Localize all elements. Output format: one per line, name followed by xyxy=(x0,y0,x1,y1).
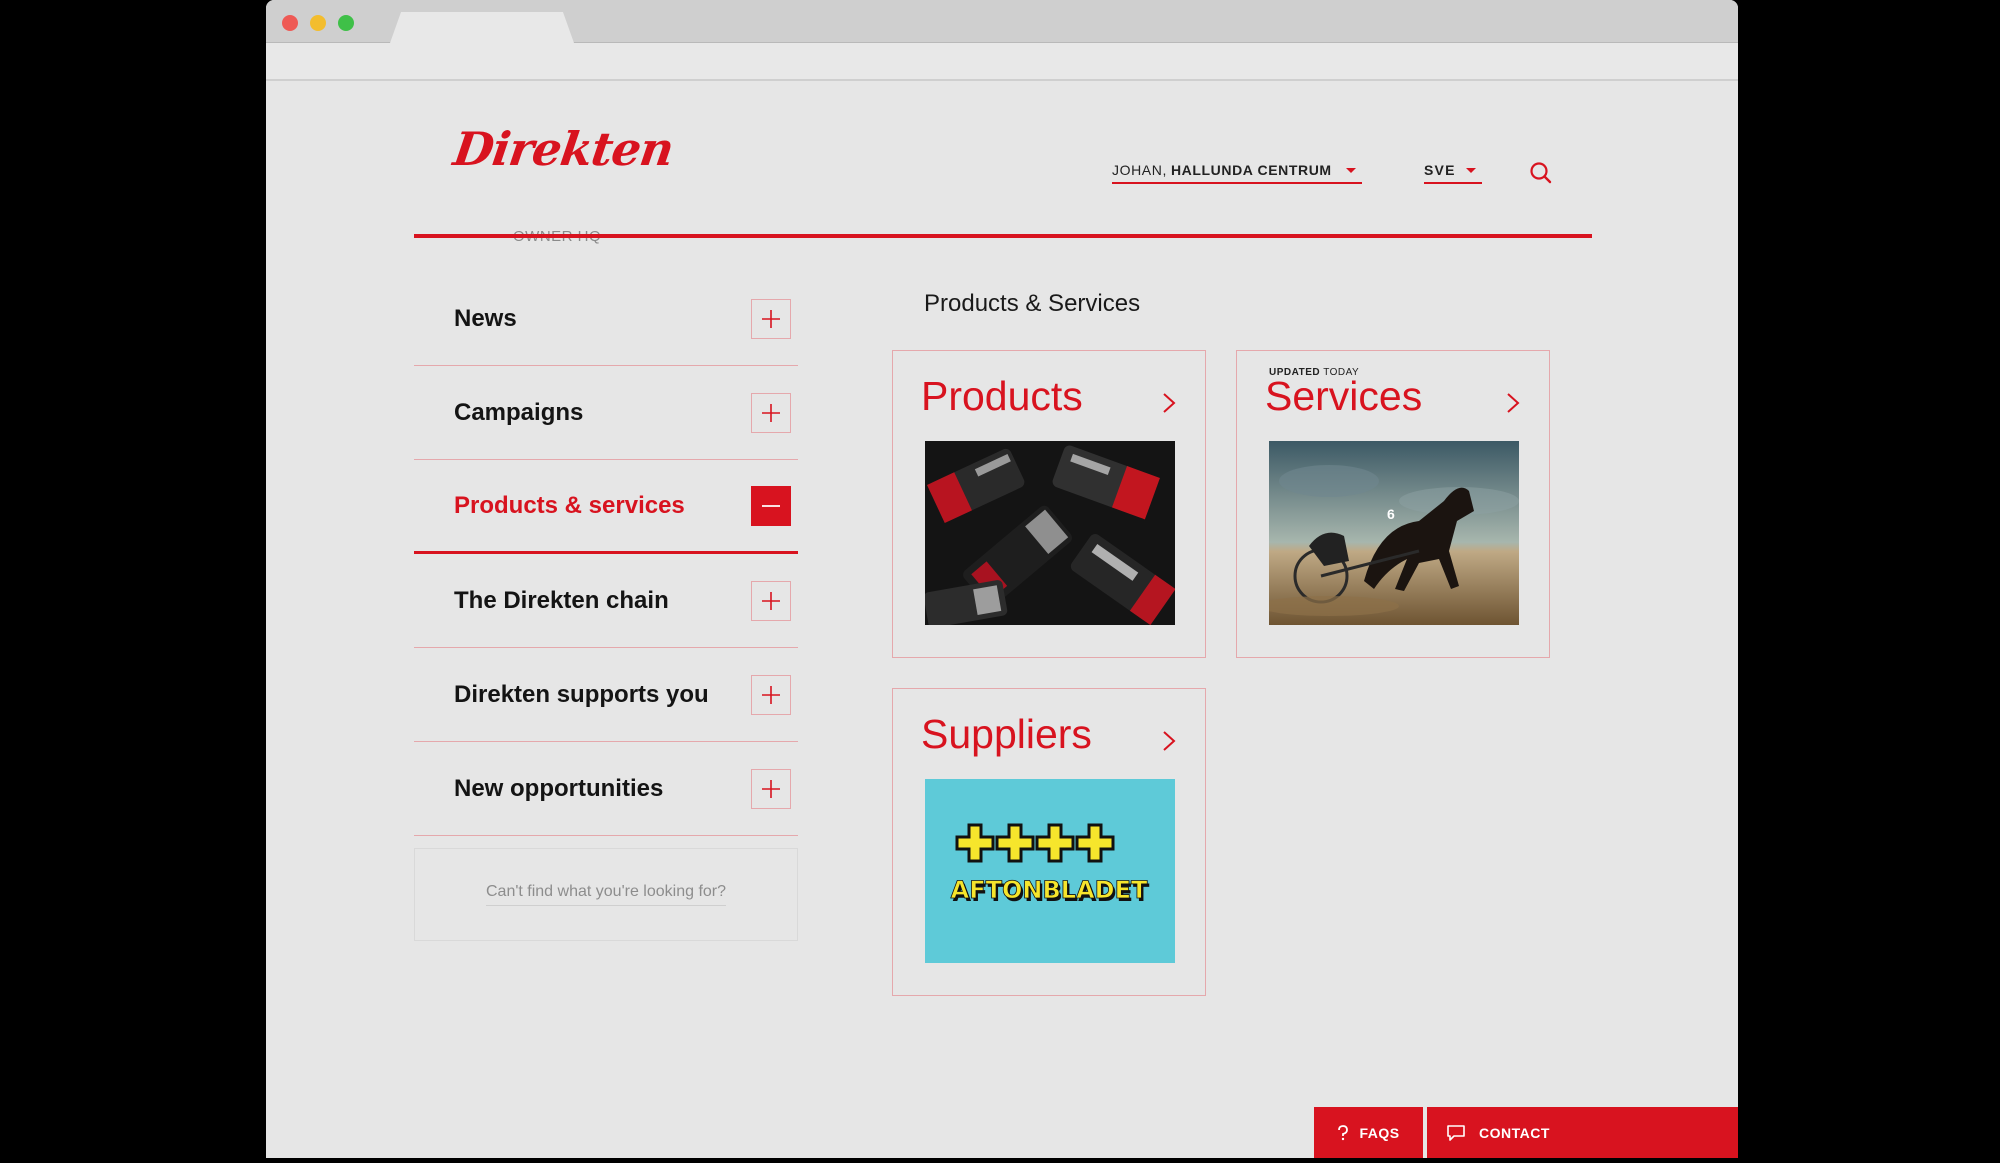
maximize-window-button[interactable] xyxy=(338,15,354,31)
services-card[interactable]: UPDATED TODAY Services 6 xyxy=(1236,350,1550,658)
plus-icon xyxy=(762,591,780,610)
browser-window: Direkten OWNER HQ JOHAN, HALLUNDA CENTRU… xyxy=(266,0,1738,1158)
language-label: SVE xyxy=(1424,162,1456,178)
plus-icon xyxy=(762,403,780,422)
card-title: Products xyxy=(921,373,1083,419)
brand-logo[interactable]: Direkten OWNER HQ xyxy=(450,122,676,245)
chevron-right-icon xyxy=(1507,393,1520,413)
services-image: 6 xyxy=(1269,441,1519,625)
sidebar-item-label: Campaigns xyxy=(454,398,584,426)
sidebar-item-new-opportunities[interactable]: New opportunities xyxy=(414,742,798,836)
contact-button[interactable]: CONTACT xyxy=(1427,1107,1738,1158)
user-store-dropdown[interactable]: JOHAN, HALLUNDA CENTRUM xyxy=(1112,158,1362,184)
search-icon xyxy=(1530,162,1552,184)
sidebar-item-label: News xyxy=(454,304,517,332)
close-window-button[interactable] xyxy=(282,15,298,31)
chevron-right-icon xyxy=(1163,393,1176,413)
store-name: HALLUNDA CENTRUM xyxy=(1170,162,1332,178)
sidebar-item-label: Direkten supports you xyxy=(454,680,709,708)
search-button[interactable] xyxy=(1528,160,1554,186)
sidebar-item-label: Products & services xyxy=(454,491,685,519)
user-name: JOHAN, xyxy=(1112,162,1167,178)
expand-button[interactable] xyxy=(751,674,791,715)
suppliers-card[interactable]: Suppliers AFTONBLADET AFTONBLADET xyxy=(892,688,1206,996)
contact-label: CONTACT xyxy=(1479,1124,1550,1141)
sidebar-item-label: New opportunities xyxy=(454,774,664,802)
expand-button[interactable] xyxy=(751,580,791,621)
browser-titlebar xyxy=(266,0,1738,43)
page-title: Products & Services xyxy=(924,290,1141,317)
chevron-down-icon xyxy=(1345,167,1356,173)
sidebar-item-campaigns[interactable]: Campaigns xyxy=(414,366,798,460)
chevron-down-icon xyxy=(1465,167,1476,173)
svg-text:6: 6 xyxy=(1387,506,1395,522)
sidebar-item-direkten-supports-you[interactable]: Direkten supports you xyxy=(414,648,798,742)
faqs-button[interactable]: FAQS xyxy=(1314,1107,1423,1158)
faqs-label: FAQS xyxy=(1359,1124,1400,1141)
minus-icon xyxy=(762,504,780,507)
page: Direkten OWNER HQ JOHAN, HALLUNDA CENTRU… xyxy=(266,82,1738,1158)
question-icon xyxy=(1338,1124,1349,1140)
sidebar-nav: News Campaigns Products & services The D… xyxy=(414,272,798,941)
plus-icon xyxy=(762,779,780,798)
plus-icon xyxy=(762,309,780,328)
card-title: Services xyxy=(1265,373,1423,419)
header-divider xyxy=(414,234,1592,238)
expand-button[interactable] xyxy=(751,768,791,809)
products-image xyxy=(925,441,1175,625)
suppliers-image: AFTONBLADET AFTONBLADET xyxy=(925,779,1175,963)
card-title: Suppliers xyxy=(921,711,1092,757)
collapse-button[interactable] xyxy=(751,485,791,526)
browser-address-bar[interactable] xyxy=(266,43,1738,81)
chevron-right-icon xyxy=(1163,731,1176,751)
minimize-window-button[interactable] xyxy=(310,15,326,31)
browser-tab[interactable] xyxy=(390,12,574,43)
sidebar-item-label: The Direkten chain xyxy=(454,586,669,614)
brand-logo-wordmark: Direkten xyxy=(450,122,677,176)
sidebar-item-direkten-chain[interactable]: The Direkten chain xyxy=(414,554,798,648)
chat-bubble-icon xyxy=(1447,1124,1465,1141)
help-box[interactable]: Can't find what you're looking for? xyxy=(414,848,798,941)
language-dropdown[interactable]: SVE xyxy=(1424,158,1482,184)
sidebar-item-news[interactable]: News xyxy=(414,272,798,366)
help-link[interactable]: Can't find what you're looking for? xyxy=(485,883,727,906)
plus-icon xyxy=(762,685,780,704)
products-card[interactable]: Products xyxy=(892,350,1206,658)
sidebar-item-products-services[interactable]: Products & services xyxy=(414,460,798,554)
expand-button[interactable] xyxy=(751,392,791,433)
expand-button[interactable] xyxy=(751,298,791,339)
aftonbladet-logo-text: AFTONBLADET xyxy=(951,876,1148,904)
